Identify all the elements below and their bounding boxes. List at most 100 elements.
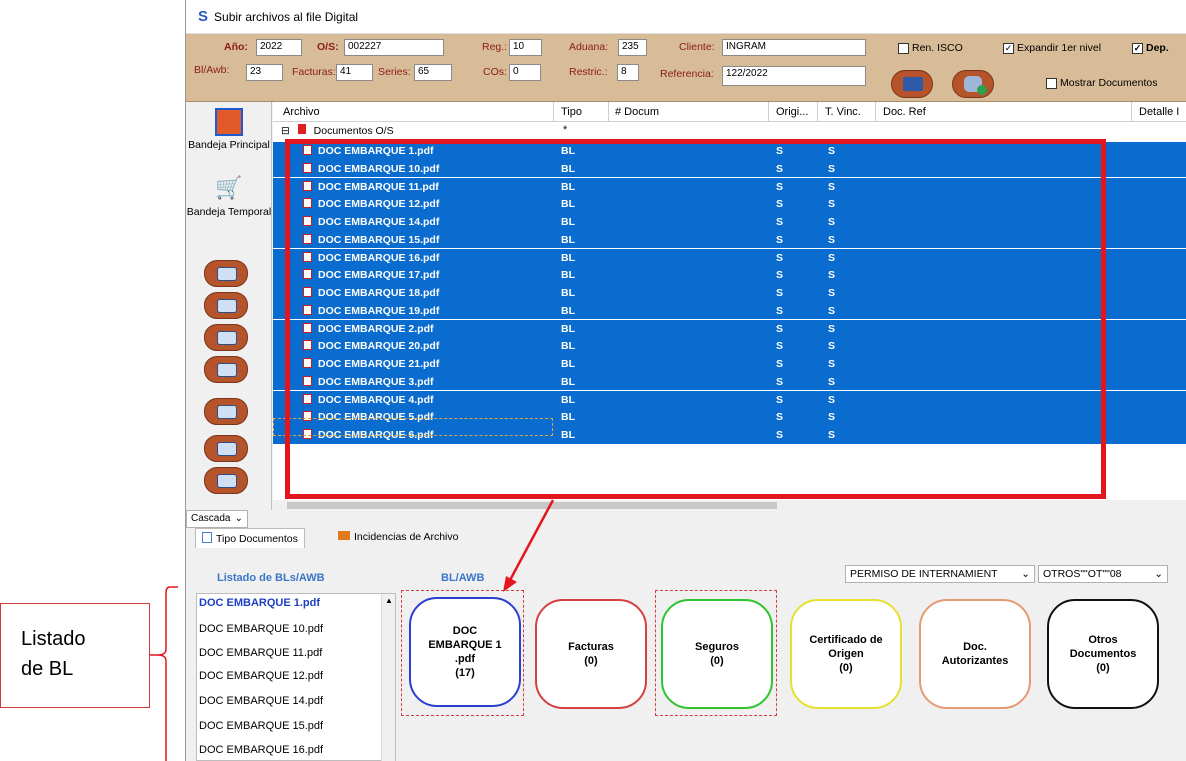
root-label: Documentos O/S (313, 125, 394, 137)
bl-awb-header: BL/AWB (441, 572, 485, 584)
col-docref[interactable]: Doc. Ref (883, 106, 926, 118)
certificado-card[interactable]: Certificado de Origen (0) (790, 599, 902, 709)
checkmark-icon: ✓ (1003, 42, 1014, 54)
facturas-label: Facturas: (292, 66, 336, 78)
bl-list: DOC EMBARQUE 1.pdf DOC EMBARQUE 10.pdf D… (196, 593, 396, 761)
restric-label: Restric.: (569, 66, 608, 78)
col-origen[interactable]: Origi... (776, 106, 808, 118)
tray-principal-icon (215, 108, 243, 136)
window-title: Subir archivos al file Digital (214, 9, 359, 24)
list-item[interactable]: DOC EMBARQUE 10.pdf (199, 623, 323, 635)
callout-line-1: Listado (21, 628, 86, 650)
scanner-icon (903, 77, 923, 91)
list-item[interactable]: DOC EMBARQUE 14.pdf (199, 695, 323, 707)
list-scrollbar[interactable]: ▲ (381, 594, 395, 761)
cascada-select[interactable]: Cascada ⌄ (186, 510, 248, 528)
col-tipo[interactable]: Tipo (561, 106, 582, 118)
reg-input[interactable]: 10 (509, 39, 542, 56)
autorizantes-card[interactable]: Doc. Autorizantes (919, 599, 1031, 709)
restric-input[interactable]: 8 (617, 64, 639, 81)
copy-icon (217, 474, 237, 488)
facturas-input[interactable]: 41 (336, 64, 373, 81)
os-label: O/S: (317, 41, 339, 53)
upload-icon (217, 363, 237, 377)
bandeja-temporal-button[interactable]: 🛒 Bandeja Temporal (186, 175, 272, 219)
facturas-card-count: (0) (584, 655, 598, 667)
sidebar: Bandeja Principal 🛒 Bandeja Temporal (186, 102, 272, 510)
os-input[interactable]: 002227 (344, 39, 444, 56)
ren-isco-checkbox[interactable]: Ren. ISCO (898, 42, 963, 54)
mostrar-documentos-checkbox[interactable]: Mostrar Documentos (1046, 77, 1157, 89)
list-icon (217, 267, 237, 281)
scroll-up-icon: ▲ (385, 596, 393, 605)
tab-incidencias[interactable]: Incidencias de Archivo (332, 528, 464, 548)
tree-root[interactable]: ⊟ Documentos O/S (281, 124, 394, 137)
checkmark-icon: ✓ (1132, 42, 1143, 54)
aduana-input[interactable]: 235 (618, 39, 647, 56)
save-button[interactable] (204, 324, 248, 351)
bl-card-line-2: EMBARQUE 1 (428, 639, 502, 651)
checkbox-box-icon (1046, 77, 1057, 89)
checkbox-box-icon (898, 42, 909, 54)
otros-select[interactable]: OTROS""OT""08 ⌄ (1038, 565, 1168, 583)
upload-button[interactable] (204, 356, 248, 383)
tab-tipo-documentos[interactable]: Tipo Documentos (195, 528, 305, 548)
certificado-card-line-1: Certificado de (809, 634, 883, 646)
anio-label: Año: (224, 41, 248, 53)
autorizantes-card-line-1: Doc. (963, 641, 987, 653)
cos-input[interactable]: 0 (509, 64, 541, 81)
annotation-highlight-box (285, 139, 1106, 499)
col-docum[interactable]: # Docum (615, 106, 659, 118)
otros-value: OTROS""OT""08 (1043, 568, 1122, 580)
callout-bracket (150, 586, 178, 761)
bandeja-principal-button[interactable]: Bandeja Principal (186, 108, 272, 151)
title-bar: S Subir archivos al file Digital (186, 0, 1186, 34)
anio-input[interactable]: 2022 (256, 39, 302, 56)
bandeja-principal-label: Bandeja Principal (188, 139, 270, 151)
ren-isco-label: Ren. ISCO (912, 42, 963, 54)
listado-bls-header: Listado de BLs/AWB (217, 572, 325, 584)
add-database-button[interactable] (952, 70, 994, 98)
root-tipo: * (563, 124, 568, 136)
col-vinc[interactable]: T. Vinc. (825, 106, 861, 118)
horizontal-scrollbar[interactable] (273, 500, 1186, 510)
otros-card[interactable]: Otros Documentos (0) (1047, 599, 1159, 709)
chevron-down-icon: ⌄ (234, 513, 243, 524)
annotation-arrow (503, 499, 555, 592)
col-archivo[interactable]: Archivo (283, 106, 320, 118)
split-button[interactable] (204, 292, 248, 319)
dep-checkbox[interactable]: ✓ Dep. (1132, 42, 1169, 54)
refresh-button[interactable] (204, 435, 248, 462)
autorizantes-card-line-2: Autorizantes (941, 655, 1009, 667)
permiso-select[interactable]: PERMISO DE INTERNAMIENT ⌄ (845, 565, 1035, 583)
list-item[interactable]: DOC EMBARQUE 12.pdf (199, 670, 323, 682)
facturas-card[interactable]: Facturas (0) (535, 599, 647, 709)
seguros-card[interactable]: Seguros (0) (661, 599, 773, 709)
col-detalle[interactable]: Detalle I (1139, 106, 1179, 118)
split-icon (217, 299, 237, 313)
app-logo-icon: S (198, 8, 209, 25)
copy-button[interactable] (204, 467, 248, 494)
unlink-button[interactable] (204, 398, 248, 425)
cart-icon: 🛒 (215, 175, 243, 200)
plus-badge-icon (977, 85, 987, 95)
bl-card[interactable]: DOC EMBARQUE 1 .pdf (17) (409, 597, 521, 707)
filters-panel: Año: 2022 O/S: 002227 Reg.: 10 Aduana: 2… (186, 34, 1186, 102)
tree-header: Archivo Tipo # Docum Origi... T. Vinc. D… (273, 102, 1186, 122)
reg-label: Reg.: (482, 41, 508, 53)
folder-icon (297, 124, 306, 134)
series-input[interactable]: 65 (414, 64, 452, 81)
document-icon (202, 532, 212, 543)
cliente-input[interactable]: INGRAM (722, 39, 866, 56)
list-item[interactable]: DOC EMBARQUE 1.pdf (199, 597, 320, 609)
list-item[interactable]: DOC EMBARQUE 15.pdf (199, 720, 323, 732)
bl-input[interactable]: 23 (246, 64, 283, 81)
list-item[interactable]: DOC EMBARQUE 16.pdf (199, 744, 323, 756)
bl-card-line-3: .pdf (454, 653, 476, 665)
facturas-card-label: Facturas (568, 641, 614, 653)
list-item[interactable]: DOC EMBARQUE 11.pdf (199, 647, 322, 659)
referencia-input[interactable]: 122/2022 (722, 66, 866, 86)
scanner-button[interactable] (891, 70, 933, 98)
expandir-checkbox[interactable]: ✓ Expandir 1er nivel (1003, 42, 1101, 54)
scan-list-button[interactable] (204, 260, 248, 287)
